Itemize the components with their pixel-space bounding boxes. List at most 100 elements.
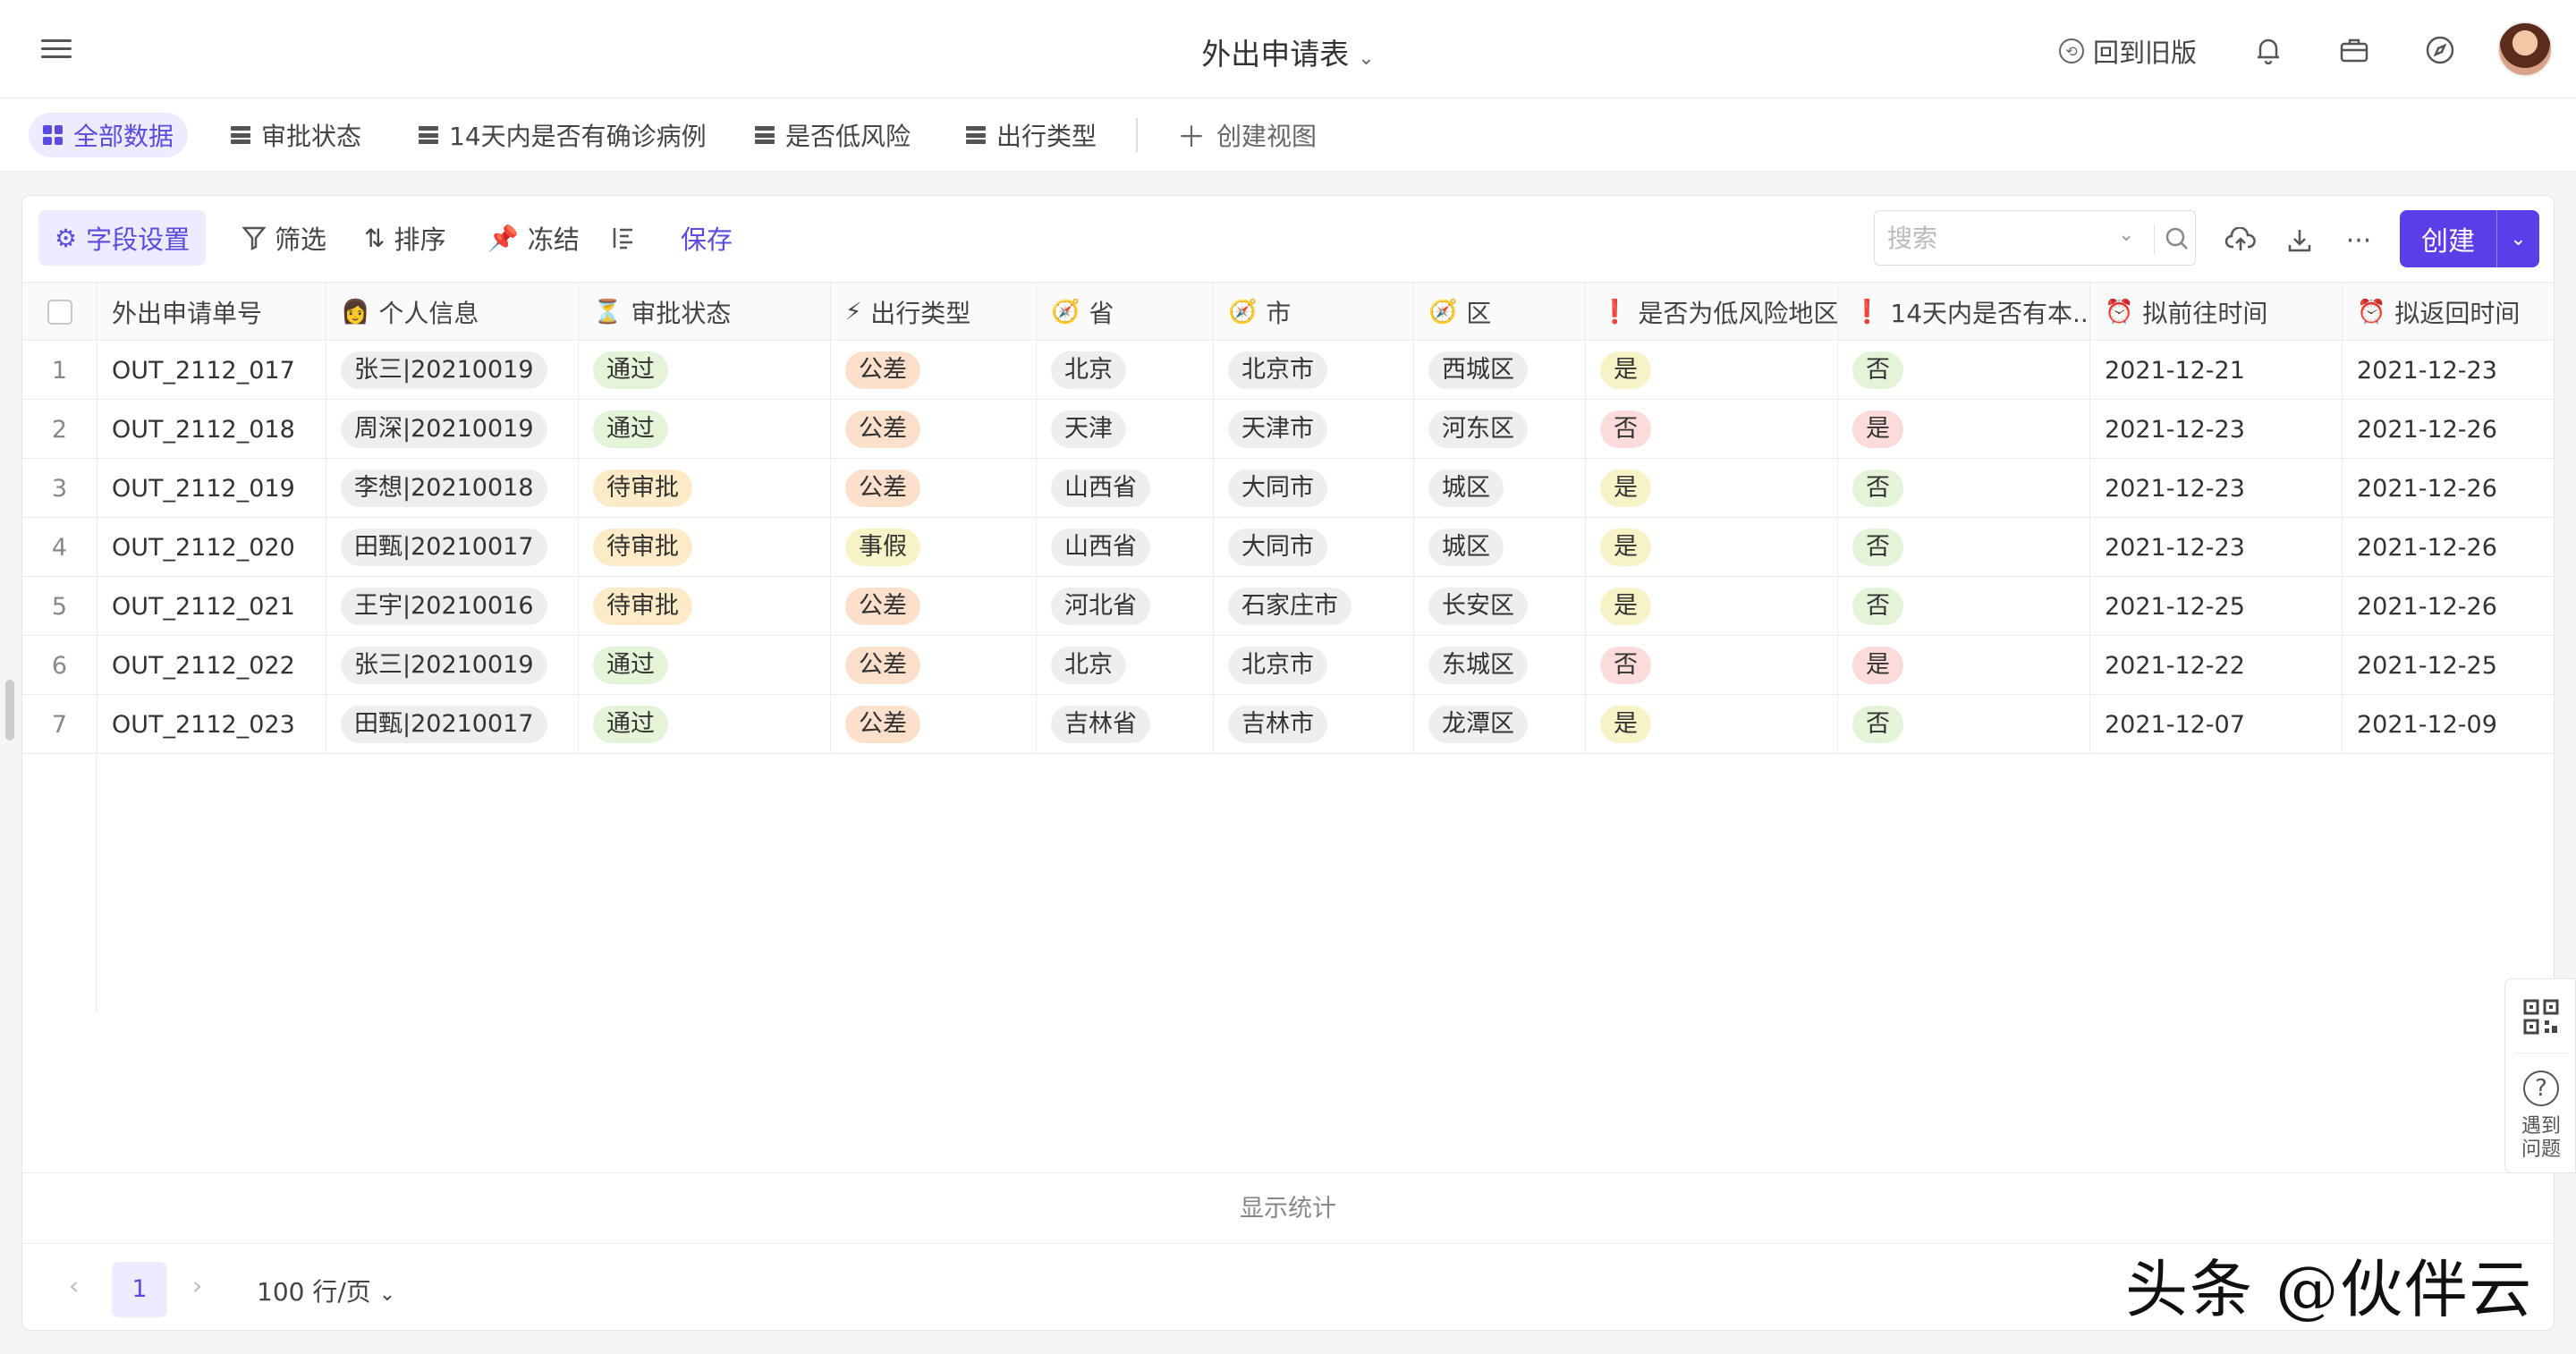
column-header[interactable]: ⏰ 拟返回时间 [2343,283,2554,342]
person-cell[interactable]: 王宇|20210016 [326,577,579,636]
search-icon[interactable] [2161,222,2193,256]
case14-cell[interactable]: 否 [1838,695,2090,754]
row-height-button[interactable] [595,210,652,266]
depart-date-cell[interactable]: 2021-12-22 [2090,636,2343,695]
case14-cell[interactable]: 否 [1838,341,2090,400]
help-label[interactable]: 遇到问题 [2521,1115,2561,1162]
depart-date-cell[interactable]: 2021-12-25 [2090,577,2343,636]
district-cell[interactable]: 长安区 [1414,577,1586,636]
upload-icon[interactable] [2223,223,2258,258]
show-stats-button[interactable]: 显示统计 [22,1172,2554,1244]
depart-date-cell[interactable]: 2021-12-23 [2090,518,2343,577]
province-cell[interactable]: 北京 [1037,341,1214,400]
district-cell[interactable]: 龙潭区 [1414,695,1586,754]
low-risk-cell[interactable]: 否 [1586,400,1838,459]
select-all-checkbox[interactable] [47,300,72,325]
low-risk-cell[interactable]: 是 [1586,577,1838,636]
table-row[interactable]: 3 OUT_2112_019 李想|20210018 待审批 公差 山西省 大同… [22,459,2554,518]
save-button[interactable]: 保存 [665,210,749,266]
tab-approval-status[interactable]: 审批状态 [216,113,376,157]
person-cell[interactable]: 田甄|20210017 [326,695,579,754]
tab-low-risk[interactable]: 是否低风险 [741,113,925,157]
field-settings-button[interactable]: ⚙ 字段设置 [38,210,207,266]
request-id-cell[interactable]: OUT_2112_021 [97,577,326,636]
province-cell[interactable]: 河北省 [1037,577,1214,636]
status-cell[interactable]: 通过 [579,400,831,459]
status-cell[interactable]: 待审批 [579,577,831,636]
person-cell[interactable]: 田甄|20210017 [326,518,579,577]
request-id-cell[interactable]: OUT_2112_023 [97,695,326,754]
depart-date-cell[interactable]: 2021-12-21 [2090,341,2343,400]
return-date-cell[interactable]: 2021-12-26 [2343,577,2554,636]
column-header[interactable]: 🧭 区 [1414,283,1586,342]
tab-confirmed-cases[interactable]: 14天内是否有确诊病例 [404,113,721,157]
person-cell[interactable]: 张三|20210019 [326,636,579,695]
chevron-down-icon[interactable]: ⌄ [2118,224,2134,246]
trip-type-cell[interactable]: 公差 [831,459,1037,518]
low-risk-cell[interactable]: 是 [1586,695,1838,754]
low-risk-cell[interactable]: 是 [1586,518,1838,577]
depart-date-cell[interactable]: 2021-12-07 [2090,695,2343,754]
trip-type-cell[interactable]: 公差 [831,400,1037,459]
table-row[interactable]: 7 OUT_2112_023 田甄|20210017 通过 公差 吉林省 吉林市… [22,695,2554,754]
menu-icon[interactable] [41,39,72,59]
create-button[interactable]: 创建 ⌄ [2400,210,2539,267]
request-id-cell[interactable]: OUT_2112_017 [97,341,326,400]
page-size-select[interactable]: 100 行/页 ⌄ [257,1273,395,1308]
low-risk-cell[interactable]: 是 [1586,341,1838,400]
return-date-cell[interactable]: 2021-12-09 [2343,695,2554,754]
person-cell[interactable]: 张三|20210019 [326,341,579,400]
low-risk-cell[interactable]: 是 [1586,459,1838,518]
table-row[interactable]: 6 OUT_2112_022 张三|20210019 通过 公差 北京 北京市 … [22,636,2554,695]
status-cell[interactable]: 通过 [579,695,831,754]
case14-cell[interactable]: 是 [1838,400,2090,459]
district-cell[interactable]: 城区 [1414,518,1586,577]
help-icon[interactable]: ? [2523,1071,2559,1106]
compass-icon[interactable] [2424,34,2456,66]
status-cell[interactable]: 通过 [579,636,831,695]
return-date-cell[interactable]: 2021-12-25 [2343,636,2554,695]
province-cell[interactable]: 山西省 [1037,518,1214,577]
case14-cell[interactable]: 否 [1838,577,2090,636]
status-cell[interactable]: 待审批 [579,518,831,577]
city-cell[interactable]: 天津市 [1214,400,1414,459]
depart-date-cell[interactable]: 2021-12-23 [2090,459,2343,518]
district-cell[interactable]: 东城区 [1414,636,1586,695]
province-cell[interactable]: 北京 [1037,636,1214,695]
city-cell[interactable]: 大同市 [1214,459,1414,518]
left-resize-handle[interactable] [5,680,14,740]
case14-cell[interactable]: 是 [1838,636,2090,695]
trip-type-cell[interactable]: 公差 [831,341,1037,400]
city-cell[interactable]: 石家庄市 [1214,577,1414,636]
status-cell[interactable]: 通过 [579,341,831,400]
column-header[interactable]: ⚡ 出行类型 [831,283,1037,342]
more-icon[interactable]: ··· [2341,223,2377,258]
request-id-cell[interactable]: OUT_2112_019 [97,459,326,518]
column-header[interactable]: 👩 个人信息 [326,283,579,342]
old-version-button[interactable]: ⟲ 回到旧版 [2059,32,2197,70]
sort-button[interactable]: ⇅ 排序 [348,210,462,266]
province-cell[interactable]: 吉林省 [1037,695,1214,754]
page-number-current[interactable]: 1 [112,1262,167,1317]
chevron-left-icon[interactable]: ‹ [69,1271,79,1300]
city-cell[interactable]: 北京市 [1214,636,1414,695]
province-cell[interactable]: 山西省 [1037,459,1214,518]
column-header[interactable]: ❗ 14天内是否有本... [1838,283,2090,342]
download-icon[interactable] [2282,223,2318,258]
case14-cell[interactable]: 否 [1838,518,2090,577]
district-cell[interactable]: 西城区 [1414,341,1586,400]
column-header[interactable]: 外出申请单号 [97,283,326,342]
bell-icon[interactable] [2252,34,2284,66]
filter-button[interactable]: 筛选 [226,210,343,266]
search-input[interactable] [1887,220,2111,256]
return-date-cell[interactable]: 2021-12-26 [2343,518,2554,577]
chevron-down-icon[interactable]: ⌄ [2497,228,2539,250]
briefcase-icon[interactable] [2338,34,2370,66]
trip-type-cell[interactable]: 公差 [831,636,1037,695]
column-header[interactable]: 🧭 省 [1037,283,1214,342]
qr-code-icon[interactable] [2523,999,2559,1035]
city-cell[interactable]: 大同市 [1214,518,1414,577]
freeze-button[interactable]: 📌 冻结 [471,210,596,266]
column-header[interactable]: 🧭 市 [1214,283,1414,342]
chevron-right-icon[interactable]: › [192,1271,202,1300]
